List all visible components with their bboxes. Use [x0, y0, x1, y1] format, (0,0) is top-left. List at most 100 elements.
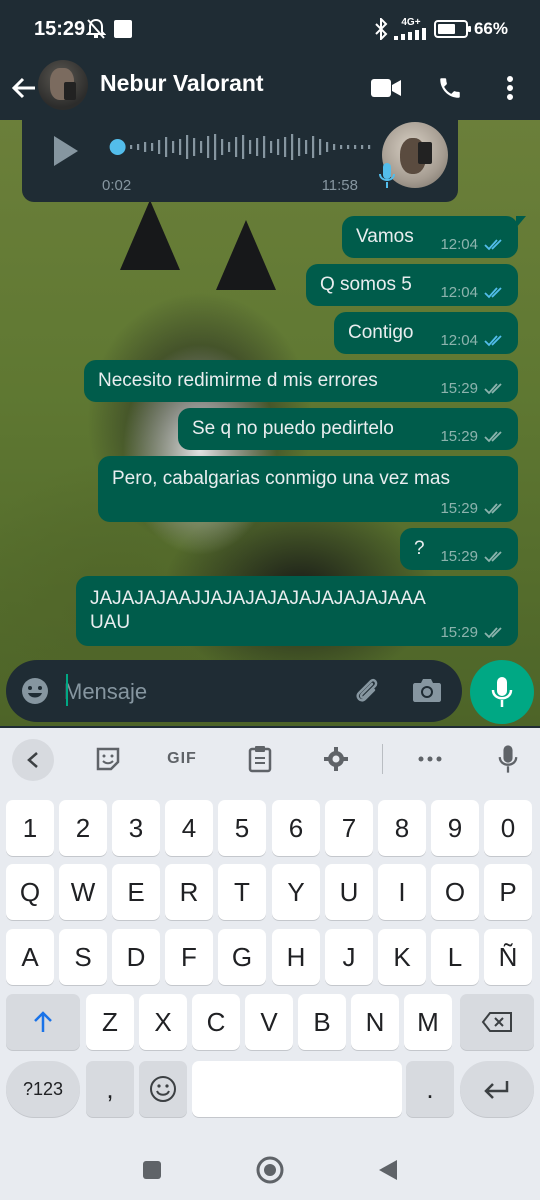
key[interactable]: 1 [6, 800, 54, 856]
voice-record-button[interactable] [470, 660, 534, 724]
key[interactable]: O [431, 864, 479, 920]
key[interactable]: 4 [165, 800, 213, 856]
key[interactable]: P [484, 864, 532, 920]
back-nav-button[interactable] [368, 1152, 408, 1188]
key[interactable]: 8 [378, 800, 426, 856]
text-cursor [66, 674, 68, 706]
key[interactable]: 2 [59, 800, 107, 856]
key[interactable]: Ñ [484, 929, 532, 985]
key[interactable]: 6 [272, 800, 320, 856]
message-input[interactable] [64, 674, 324, 710]
more-toolbar-button[interactable] [408, 739, 452, 779]
key[interactable]: G [218, 929, 266, 985]
recents-button[interactable] [132, 1152, 172, 1188]
key[interactable]: R [165, 864, 213, 920]
key[interactable]: Z [86, 994, 134, 1050]
phone-icon [440, 78, 460, 98]
waveform-bar [144, 142, 147, 152]
key[interactable]: C [192, 994, 240, 1050]
play-icon[interactable] [52, 134, 80, 168]
gif-label: GIF [167, 750, 197, 767]
key[interactable]: W [59, 864, 107, 920]
key[interactable]: K [378, 929, 426, 985]
message-text: Se q no puedo pedirtelo [192, 418, 394, 439]
message-bubble[interactable]: ? 15:29 [400, 528, 518, 570]
message-text: Vamos [356, 226, 414, 247]
attach-icon[interactable] [350, 674, 382, 706]
keyboard-toolbar: GIF [0, 728, 540, 790]
more-horiz-icon [418, 756, 442, 762]
back-arrow-icon [11, 77, 35, 99]
read-check-icon [484, 334, 502, 346]
keyboard-collapse-button[interactable] [12, 739, 54, 781]
playback-progress-dot[interactable] [109, 139, 126, 155]
key[interactable]: I [378, 864, 426, 920]
period-key[interactable]: . [406, 1061, 454, 1117]
key[interactable]: D [112, 929, 160, 985]
more-vert-icon [507, 76, 513, 100]
camera-icon[interactable] [412, 676, 442, 704]
symbols-key[interactable]: ?123 [6, 1061, 80, 1117]
message-bubble[interactable]: JAJAJAJAAJJAJAJAJAJAJAJAJAJAAA UAU 15:29 [76, 576, 518, 646]
sticker-button[interactable] [86, 739, 130, 779]
space-key[interactable] [192, 1061, 402, 1117]
voice-input-button[interactable] [486, 739, 530, 779]
home-circle-icon [256, 1156, 284, 1184]
more-options-button[interactable] [492, 70, 528, 106]
message-bubble[interactable]: Pero, cabalgarias conmigo una vez mas 15… [98, 456, 518, 522]
network-label: 4G+ [401, 17, 421, 28]
key[interactable]: X [139, 994, 187, 1050]
comma-key[interactable]: , [86, 1061, 134, 1117]
key[interactable]: 9 [431, 800, 479, 856]
message-time: 12:04 [440, 284, 478, 301]
key[interactable]: H [272, 929, 320, 985]
message-bubble[interactable]: Contigo 12:04 [334, 312, 518, 354]
contact-name[interactable]: Nebur Valorant [100, 70, 264, 97]
key[interactable]: M [404, 994, 452, 1050]
key[interactable]: Q [6, 864, 54, 920]
voice-elapsed: 0:02 [102, 177, 132, 194]
video-call-button[interactable] [368, 70, 404, 106]
message-bubble[interactable]: Q somos 5 12:04 [306, 264, 518, 306]
key[interactable]: 3 [112, 800, 160, 856]
voice-call-button[interactable] [432, 70, 468, 106]
key[interactable]: F [165, 929, 213, 985]
key[interactable]: Y [272, 864, 320, 920]
back-button[interactable] [8, 68, 40, 108]
key[interactable]: V [245, 994, 293, 1050]
key[interactable]: B [298, 994, 346, 1050]
waveform-bar [200, 141, 203, 153]
key[interactable]: E [112, 864, 160, 920]
gif-button[interactable]: GIF [160, 739, 204, 779]
waveform-bar [242, 135, 245, 159]
keyboard-settings-button[interactable] [314, 739, 358, 779]
key[interactable]: L [431, 929, 479, 985]
key[interactable]: J [325, 929, 373, 985]
backspace-key[interactable] [460, 994, 534, 1050]
waveform-bar [221, 139, 224, 155]
key[interactable]: U [325, 864, 373, 920]
voice-waveform[interactable] [100, 132, 375, 162]
delivered-check-icon [484, 626, 502, 638]
key[interactable]: 0 [484, 800, 532, 856]
key[interactable]: S [59, 929, 107, 985]
shift-key[interactable] [6, 994, 80, 1050]
toolbar-divider [382, 744, 383, 774]
message-bubble[interactable]: Se q no puedo pedirtelo 15:29 [178, 408, 518, 450]
message-bubble[interactable]: Necesito redimirme d mis errores 15:29 [84, 360, 518, 402]
key[interactable]: 5 [218, 800, 266, 856]
key[interactable]: N [351, 994, 399, 1050]
waveform-bar [319, 139, 322, 155]
key[interactable]: T [218, 864, 266, 920]
shift-arrow-icon [34, 1011, 52, 1032]
emoji-key[interactable] [139, 1061, 187, 1117]
enter-key[interactable] [460, 1061, 534, 1117]
emoji-icon[interactable] [20, 676, 50, 706]
clipboard-button[interactable] [238, 739, 282, 779]
voice-message[interactable]: 0:02 11:58 [22, 120, 458, 202]
contact-avatar[interactable] [38, 60, 88, 110]
key[interactable]: 7 [325, 800, 373, 856]
message-bubble[interactable]: Vamos 12:04 [342, 216, 526, 258]
key[interactable]: A [6, 929, 54, 985]
home-button[interactable] [250, 1152, 290, 1188]
